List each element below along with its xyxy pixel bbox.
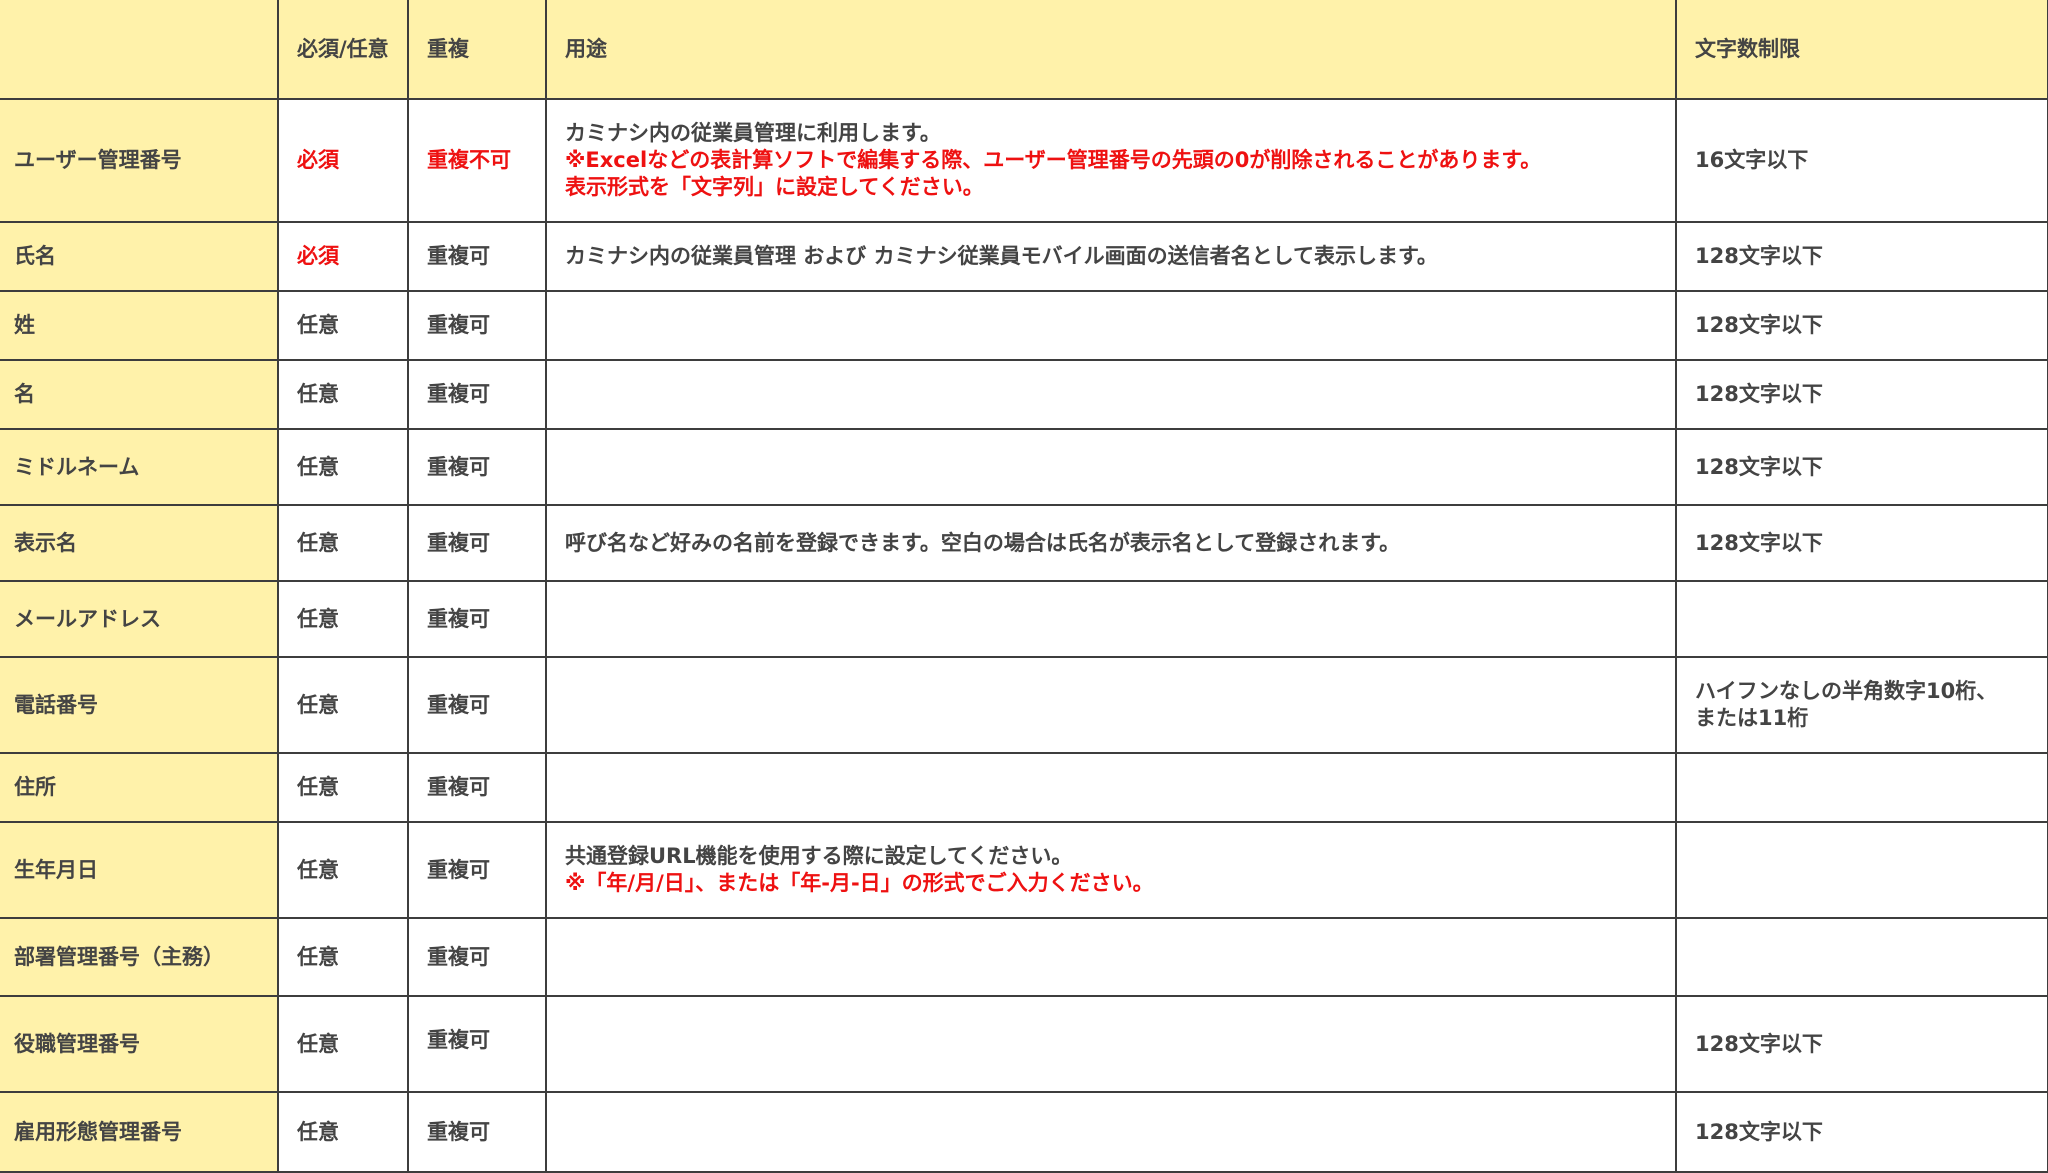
- field-name: 姓: [0, 290, 279, 361]
- char-limit: 128文字以下: [1675, 221, 2048, 292]
- duplicate-status: 重複可: [407, 1091, 547, 1173]
- char-limit: [1675, 580, 2048, 658]
- required-status: 任意: [277, 917, 409, 997]
- char-limit: [1675, 752, 2048, 823]
- purpose-text: [545, 359, 1677, 430]
- table-row: 姓 任意 重複可 128文字以下: [0, 290, 2048, 361]
- required-status: 任意: [277, 580, 409, 658]
- table-row: ミドルネーム 任意 重複可 128文字以下: [0, 428, 2048, 506]
- required-status: 任意: [277, 752, 409, 823]
- field-name: ミドルネーム: [0, 428, 279, 506]
- purpose-warning: 表示形式を「文字列」に設定してください。: [565, 175, 984, 199]
- field-name: 電話番号: [0, 656, 279, 754]
- char-limit: 128文字以下: [1675, 290, 2048, 361]
- purpose-text: [545, 428, 1677, 506]
- required-status: 任意: [277, 504, 409, 582]
- char-limit: 16文字以下: [1675, 98, 2048, 223]
- table-row: 雇用形態管理番号 任意 重複可 128文字以下: [0, 1091, 2048, 1173]
- required-status: 任意: [277, 359, 409, 430]
- header-purpose: 用途: [545, 0, 1677, 100]
- purpose-text: カミナシ内の従業員管理に利用します。: [565, 121, 941, 145]
- table-row: 役職管理番号 任意 重複可 128文字以下: [0, 995, 2048, 1093]
- header-required: 必須/任意: [277, 0, 409, 100]
- duplicate-status: 重複可: [407, 359, 547, 430]
- header-duplicate: 重複: [407, 0, 547, 100]
- table-header-row: 必須/任意 重複 用途 文字数制限: [0, 0, 2048, 100]
- duplicate-status: 重複可: [407, 752, 547, 823]
- field-name: 氏名: [0, 221, 279, 292]
- duplicate-status: 重複可: [407, 917, 547, 997]
- purpose-warning: ※Excelなどの表計算ソフトで編集する際、ユーザー管理番号の先頭の0が削除され…: [565, 148, 1542, 172]
- table-row: 電話番号 任意 重複可 ハイフンなしの半角数字10桁、 または11桁: [0, 656, 2048, 754]
- purpose-text: カミナシ内の従業員管理 および カミナシ従業員モバイル画面の送信者名として表示し…: [545, 221, 1677, 292]
- purpose-text: [545, 752, 1677, 823]
- table-row: 住所 任意 重複可: [0, 752, 2048, 823]
- required-status: 任意: [277, 821, 409, 919]
- required-status: 任意: [277, 995, 409, 1093]
- field-name: 生年月日: [0, 821, 279, 919]
- purpose-text: [545, 1091, 1677, 1173]
- purpose-text: [545, 290, 1677, 361]
- purpose-text: 呼び名など好みの名前を登録できます。空白の場合は氏名が表示名として登録されます。: [545, 504, 1677, 582]
- purpose-text: [545, 580, 1677, 658]
- required-status: 任意: [277, 290, 409, 361]
- table-row: 生年月日 任意 重複可 共通登録URL機能を使用する際に設定してください。 ※「…: [0, 821, 2048, 919]
- purpose-cell: カミナシ内の従業員管理に利用します。 ※Excelなどの表計算ソフトで編集する際…: [545, 98, 1677, 223]
- field-name: 雇用形態管理番号: [0, 1091, 279, 1173]
- purpose-text: 共通登録URL機能を使用する際に設定してください。: [565, 844, 1073, 868]
- field-name: ユーザー管理番号: [0, 98, 279, 223]
- required-status: 任意: [277, 656, 409, 754]
- char-limit: 128文字以下: [1675, 359, 2048, 430]
- duplicate-status: 重複可: [407, 821, 547, 919]
- char-limit: [1675, 821, 2048, 919]
- char-limit: 128文字以下: [1675, 428, 2048, 506]
- purpose-text: [545, 656, 1677, 754]
- char-limit: または11桁: [1695, 706, 1809, 730]
- duplicate-status: 重複可: [407, 656, 547, 754]
- header-limit: 文字数制限: [1675, 0, 2048, 100]
- duplicate-status: 重複不可: [407, 98, 547, 223]
- duplicate-status: 重複可: [407, 995, 547, 1093]
- table-row: 名 任意 重複可 128文字以下: [0, 359, 2048, 430]
- required-status: 任意: [277, 428, 409, 506]
- required-status: 必須: [277, 98, 409, 223]
- table-row: 氏名 必須 重複可 カミナシ内の従業員管理 および カミナシ従業員モバイル画面の…: [0, 221, 2048, 292]
- table-row: 部署管理番号（主務） 任意 重複可: [0, 917, 2048, 997]
- required-status: 必須: [277, 221, 409, 292]
- table-row: ユーザー管理番号 必須 重複不可 カミナシ内の従業員管理に利用します。 ※Exc…: [0, 98, 2048, 223]
- duplicate-status: 重複可: [407, 580, 547, 658]
- char-limit: 128文字以下: [1675, 995, 2048, 1093]
- field-name: 住所: [0, 752, 279, 823]
- duplicate-status: 重複可: [407, 504, 547, 582]
- table-row: メールアドレス 任意 重複可: [0, 580, 2048, 658]
- duplicate-status: 重複可: [407, 290, 547, 361]
- table-row: 表示名 任意 重複可 呼び名など好みの名前を登録できます。空白の場合は氏名が表示…: [0, 504, 2048, 582]
- purpose-text: [545, 917, 1677, 997]
- field-name: 名: [0, 359, 279, 430]
- char-limit: ハイフンなしの半角数字10桁、: [1695, 679, 1998, 703]
- char-limit: [1675, 917, 2048, 997]
- char-limit: 128文字以下: [1675, 504, 2048, 582]
- purpose-text: [545, 995, 1677, 1093]
- required-status: 任意: [277, 1091, 409, 1173]
- purpose-cell: 共通登録URL機能を使用する際に設定してください。 ※「年/月/日」、または「年…: [545, 821, 1677, 919]
- field-name: 部署管理番号（主務）: [0, 917, 279, 997]
- field-spec-table: 必須/任意 重複 用途 文字数制限 ユーザー管理番号 必須 重複不可 カミナシ内…: [0, 0, 2048, 1173]
- duplicate-status: 重複可: [407, 428, 547, 506]
- field-name: 表示名: [0, 504, 279, 582]
- field-name: メールアドレス: [0, 580, 279, 658]
- header-field: [0, 0, 279, 100]
- field-name: 役職管理番号: [0, 995, 279, 1093]
- char-limit-cell: ハイフンなしの半角数字10桁、 または11桁: [1675, 656, 2048, 754]
- purpose-warning: ※「年/月/日」、または「年-月-日」の形式でご入力ください。: [565, 871, 1154, 895]
- char-limit: 128文字以下: [1675, 1091, 2048, 1173]
- duplicate-status: 重複可: [407, 221, 547, 292]
